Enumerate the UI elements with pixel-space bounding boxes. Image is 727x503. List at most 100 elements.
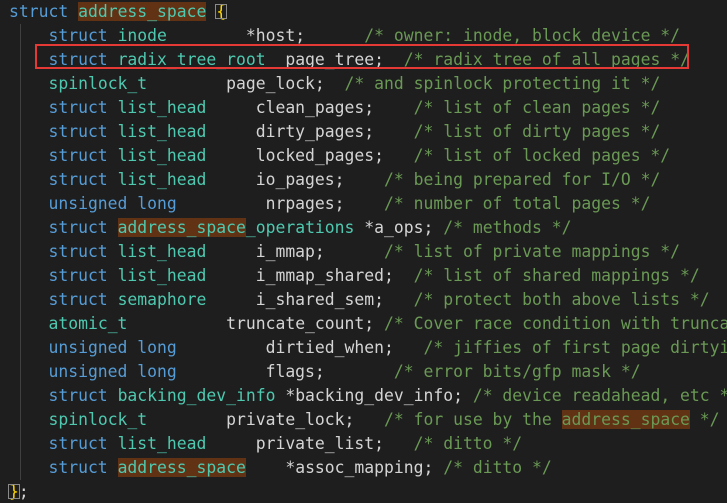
code-token: dirtied_when; [176,338,394,357]
code-token: struct [9,2,69,21]
code-line-4[interactable]: spinlock_t page_lock; /* and spinlock pr… [9,72,660,96]
code-line-8[interactable]: struct list_head io_pages; /* being prep… [9,168,660,192]
code-token: flags; [176,362,325,381]
code-line-2[interactable]: struct inode *host; /* owner: inode, blo… [9,24,680,48]
code-token: i_mmap_shared; [206,266,394,285]
code-token: struct [9,242,118,261]
code-token: address_space [561,410,690,429]
code-token: /* jiffies of first page dirtying */ [423,338,727,357]
code-token: inode [117,26,167,45]
bracket-match-outline [8,484,20,499]
code-token: /* radix tree of all pages */ [384,50,690,69]
code-line-18[interactable]: spinlock_t private_lock; /* for use by t… [9,408,720,432]
code-token: struct [9,386,118,405]
code-token: /* list of private mappings */ [324,242,681,261]
code-token: unsigned long [9,194,177,213]
code-token: list_head [117,434,207,453]
code-token: struct [9,50,118,69]
code-token: /* ditto */ [384,434,523,453]
code-token: atomic_t [48,314,128,333]
code-line-14[interactable]: atomic_t truncate_count; /* Cover race c… [9,312,727,336]
code-token: *host; [166,26,306,45]
code-token: /* and spinlock protecting it */ [324,74,661,93]
code-token: truncate_count; [127,314,375,333]
code-token: nrpages; [176,194,345,213]
code-token: unsigned long [9,338,177,357]
code-token: address_space [78,2,207,21]
code-token: radix_tree_root [117,50,266,69]
code-token: page_tree; [265,50,385,69]
code-line-17[interactable]: struct backing_dev_info *backing_dev_inf… [9,384,727,408]
code-token: private_lock; [147,410,355,429]
code-token: clean_pages; [206,98,375,117]
code-token: address_space [117,218,246,237]
code-line-19[interactable]: struct list_head private_list; /* ditto … [9,432,522,456]
code-token: /* list of shared mappings */ [393,266,700,285]
code-line-7[interactable]: struct list_head locked_pages; /* list o… [9,144,670,168]
code-token: /* error bits/gfp mask */ [324,362,641,381]
code-token: struct [9,458,118,477]
code-line-10[interactable]: struct address_space_operations *a_ops; … [9,216,572,240]
code-line-6[interactable]: struct list_head dirty_pages; /* list of… [9,120,660,144]
code-token: *backing_dev_info; [275,386,463,405]
code-line-1[interactable]: struct address_space { [9,0,226,24]
code-token: _operations [245,218,355,237]
code-token: struct [9,146,118,165]
code-token: locked_pages; [206,146,384,165]
code-token: backing_dev_info [117,386,276,405]
code-token: /* ditto */ [433,458,552,477]
code-token: dirty_pages; [206,122,375,141]
code-token: semaphore [117,290,207,309]
code-line-5[interactable]: struct list_head clean_pages; /* list of… [9,96,660,120]
code-token: *assoc_mapping; [245,458,434,477]
code-token: /* number of total pages */ [344,194,651,213]
code-token: /* methods */ [433,218,572,237]
code-token: list_head [117,146,207,165]
code-line-15[interactable]: unsigned long dirtied_when; /* jiffies o… [9,336,727,360]
code-line-20[interactable]: struct address_space *assoc_mapping; /* … [9,456,552,480]
code-token: struct [9,122,118,141]
code-token: list_head [117,242,207,261]
code-token: /* list of clean pages */ [374,98,661,117]
bracket-match-outline [215,4,228,19]
code-token: ; [18,482,29,501]
code-token: list_head [117,98,207,117]
code-line-11[interactable]: struct list_head i_mmap; /* list of priv… [9,240,680,264]
code-token: struct [9,98,118,117]
code-editor[interactable]: struct address_space { struct inode *hos… [0,0,727,503]
code-line-3[interactable]: struct radix_tree_root page_tree; /* rad… [9,48,690,72]
code-token: io_pages; [206,170,345,189]
code-token: list_head [117,266,207,285]
code-token: private_list; [206,434,384,453]
code-token: */ [689,410,720,429]
code-token: address_space [117,458,246,477]
code-token: struct [9,170,118,189]
code-token: unsigned long [9,362,177,381]
code-line-13[interactable]: struct semaphore i_shared_sem; /* protec… [9,288,710,312]
code-token: page_lock; [147,74,325,93]
code-token: struct [9,290,118,309]
code-line-9[interactable]: unsigned long nrpages; /* number of tota… [9,192,650,216]
code-token: *a_ops; [354,218,434,237]
code-token: i_shared_sem; [206,290,384,309]
code-token: list_head [117,170,207,189]
code-token: spinlock_t [48,410,148,429]
code-token: /* list of locked pages */ [384,146,671,165]
code-token: struct [9,434,118,453]
code-line-16[interactable]: unsigned long flags; /* error bits/gfp m… [9,360,641,384]
code-token: /* being prepared for I/O */ [344,170,661,189]
code-token: list_head [117,122,207,141]
code-token: /* protect both above lists */ [384,290,710,309]
code-line-12[interactable]: struct list_head i_mmap_shared; /* list … [9,264,700,288]
code-token: /* Cover race condition with truncate */ [384,314,727,333]
code-token: /* owner: inode, block_device */ [305,26,681,45]
code-token: /* list of dirty pages */ [374,122,661,141]
code-token: struct [9,218,118,237]
code-token: i_mmap; [206,242,325,261]
code-token: /* for use by the [354,410,562,429]
code-token: struct [9,266,118,285]
